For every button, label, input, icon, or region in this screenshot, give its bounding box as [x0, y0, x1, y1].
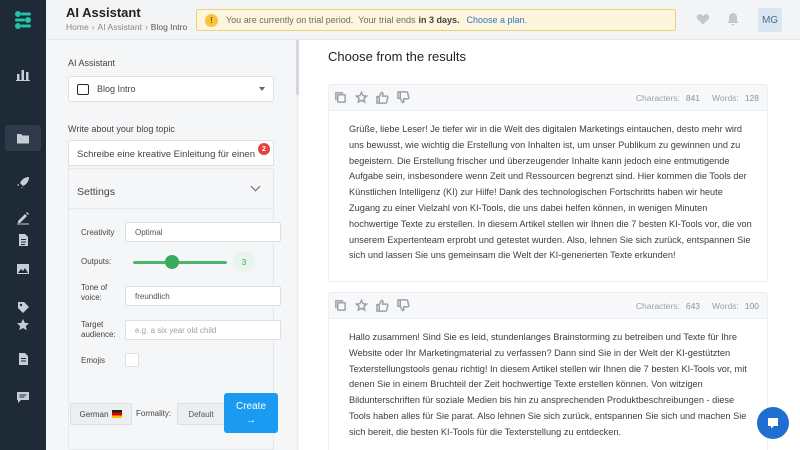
rocket-icon[interactable]	[11, 171, 35, 195]
characters-count: 643	[685, 301, 701, 311]
breadcrumb-separator: ›	[144, 22, 148, 32]
outputs-value: 3	[233, 252, 255, 272]
notification-badge: 2	[258, 143, 270, 155]
thumbs-up-icon[interactable]	[376, 299, 389, 312]
support-chat-button[interactable]	[757, 407, 789, 439]
app-title: AI Assistant	[66, 5, 141, 20]
trial-banner: ! You are currently on trial period. You…	[196, 9, 676, 31]
characters-count: 841	[685, 93, 701, 103]
language-select[interactable]: German	[70, 403, 132, 425]
breadcrumb: Home › AI Assistant › Blog Intro	[66, 22, 187, 32]
image-icon[interactable]	[11, 257, 35, 281]
card-toolbar: Characters: 643 Words: 100	[329, 293, 767, 319]
emojis-checkbox[interactable]	[125, 353, 139, 367]
words-count: 128	[744, 93, 759, 103]
outputs-label: Outputs:	[81, 257, 112, 266]
language-value: German	[79, 409, 109, 419]
logo-icon[interactable]	[9, 6, 37, 34]
settings-title: Settings	[77, 186, 115, 198]
chevron-down-icon	[259, 87, 265, 91]
creativity-label: Creativity	[81, 228, 115, 237]
input-panel: AI Assistant Blog Intro Write about your…	[46, 40, 296, 450]
characters-label: Characters:	[635, 301, 680, 311]
star-icon[interactable]	[354, 298, 369, 312]
result-card: Characters: 841 Words: 128 Grüße, liebe Les…	[328, 84, 768, 282]
results-title: Choose from the results	[328, 49, 467, 64]
avatar[interactable]: MG	[758, 8, 782, 32]
card-stats: Characters: 841 Words: 128	[636, 93, 759, 103]
trial-text: You are currently on trial period.	[226, 15, 354, 25]
card-toolbar: Characters: 841 Words: 128	[329, 85, 767, 111]
formality-select[interactable]: Default	[177, 403, 225, 425]
trial-ends-text: Your trial ends	[358, 15, 416, 25]
card-stats: Characters: 643 Words: 100	[636, 301, 759, 311]
template-icon	[77, 83, 89, 95]
document-icon[interactable]	[11, 228, 35, 252]
copy-icon[interactable]	[334, 299, 347, 312]
thumbs-down-icon[interactable]	[397, 91, 410, 104]
creativity-select[interactable]: Optimal	[125, 222, 281, 242]
outputs-slider-handle[interactable]	[165, 255, 179, 269]
thumbs-down-icon[interactable]	[397, 299, 410, 312]
folder-icon[interactable]	[5, 125, 41, 151]
breadcrumb-current: Blog Intro	[150, 22, 188, 32]
characters-label: Characters:	[635, 93, 680, 103]
thumbs-up-icon[interactable]	[376, 91, 389, 104]
topic-label: Write about your blog topic	[68, 124, 175, 134]
tone-label: Tone of voice:	[81, 283, 108, 302]
header: AI Assistant Home › AI Assistant › Blog Intr…	[46, 0, 800, 40]
words-count: 100	[744, 301, 759, 311]
words-label: Words:	[712, 93, 739, 103]
outputs-slider-track[interactable]	[133, 261, 227, 264]
topic-textarea[interactable]: Schreibe eine kreative Einleitung für ei…	[68, 140, 274, 166]
result-text[interactable]: Grüße, liebe Leser! Je tiefer wir in die…	[349, 122, 753, 264]
chart-icon[interactable]	[11, 62, 35, 86]
formality-label: Formality:	[136, 409, 172, 418]
target-audience-label: Target audience:	[81, 320, 116, 339]
result-card: Characters: 643 Words: 100 Hallo zusammen! …	[328, 292, 768, 450]
tone-input[interactable]: freundlich	[125, 286, 281, 306]
star-icon[interactable]	[11, 313, 35, 337]
bell-icon[interactable]	[726, 12, 740, 26]
breadcrumb-ai-assistant[interactable]: AI Assistant	[98, 22, 142, 32]
chat-bubble-icon	[768, 418, 778, 429]
arrow-right-icon: →	[246, 414, 256, 426]
scrollbar-thumb[interactable]	[296, 40, 299, 95]
template-select[interactable]: Blog Intro	[68, 76, 274, 102]
result-text[interactable]: Hallo zusammen! Sind Sie es leid, stunde…	[349, 330, 753, 441]
assistant-label: AI Assistant	[68, 58, 116, 68]
notes-icon[interactable]	[11, 347, 35, 371]
create-button[interactable]: Create →	[224, 393, 278, 433]
create-label: Create	[235, 400, 266, 412]
german-flag-icon	[112, 410, 123, 418]
warning-icon: !	[205, 13, 218, 27]
emojis-label: Emojis	[81, 356, 106, 365]
chat-icon[interactable]	[11, 385, 35, 409]
trial-days: in 3 days.	[418, 15, 460, 25]
star-icon[interactable]	[354, 90, 369, 104]
choose-plan-link[interactable]: Choose a plan.	[467, 15, 528, 25]
target-audience-input[interactable]: e.g. a six year old child	[125, 320, 281, 340]
copy-icon[interactable]	[334, 91, 347, 104]
panel-scrollbar[interactable]	[296, 40, 299, 450]
sidebar	[0, 0, 46, 450]
template-select-value: Blog Intro	[97, 84, 136, 94]
pen-icon[interactable]	[11, 206, 35, 230]
breadcrumb-separator: ›	[91, 22, 95, 32]
words-label: Words:	[712, 301, 739, 311]
settings-header[interactable]: Settings	[69, 169, 273, 209]
breadcrumb-home[interactable]: Home	[66, 22, 89, 32]
chevron-down-icon[interactable]	[250, 181, 261, 192]
heart-icon[interactable]	[696, 12, 710, 26]
